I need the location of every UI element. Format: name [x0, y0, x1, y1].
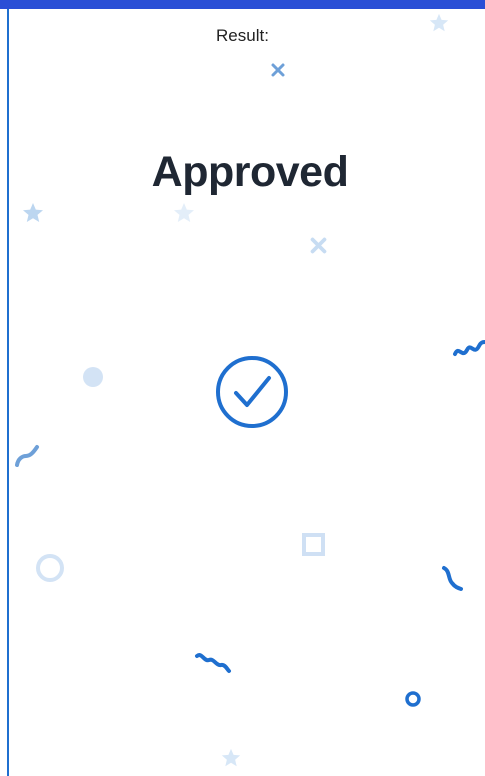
left-edge-line	[7, 9, 9, 776]
confetti-squiggle-icon	[15, 445, 39, 467]
confetti-ring-icon	[36, 554, 64, 582]
confetti-square-icon	[302, 533, 325, 556]
confetti-dot-icon	[83, 367, 103, 387]
confetti-squiggle-icon	[195, 653, 231, 673]
top-accent-bar	[0, 0, 485, 9]
confetti-squiggle-icon	[453, 340, 485, 356]
confetti-star-icon	[23, 203, 43, 222]
confetti-star-icon	[429, 13, 449, 32]
confetti-star-icon	[221, 748, 241, 767]
confetti-star-icon	[174, 203, 194, 222]
confetti-x-icon	[271, 63, 285, 77]
confetti-x-icon	[310, 237, 327, 254]
result-label: Result:	[216, 26, 269, 45]
confetti-squiggle-icon	[442, 566, 463, 591]
check-circle-icon	[216, 356, 288, 428]
confetti-ring-icon	[405, 691, 421, 707]
status-title: Approved	[151, 148, 349, 196]
result-screen: Result: Approved	[0, 0, 485, 776]
